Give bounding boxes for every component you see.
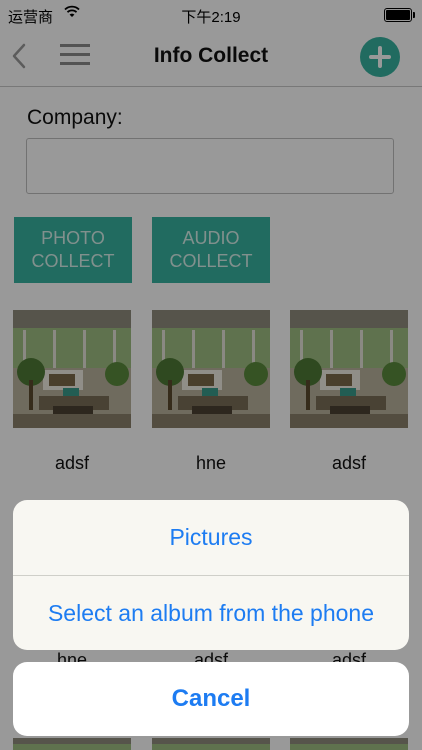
action-sheet: Pictures Select an album from the phone bbox=[13, 500, 409, 650]
select-album-option[interactable]: Select an album from the phone bbox=[13, 576, 409, 650]
pictures-option[interactable]: Pictures bbox=[13, 500, 409, 575]
cancel-button[interactable]: Cancel bbox=[13, 662, 409, 736]
